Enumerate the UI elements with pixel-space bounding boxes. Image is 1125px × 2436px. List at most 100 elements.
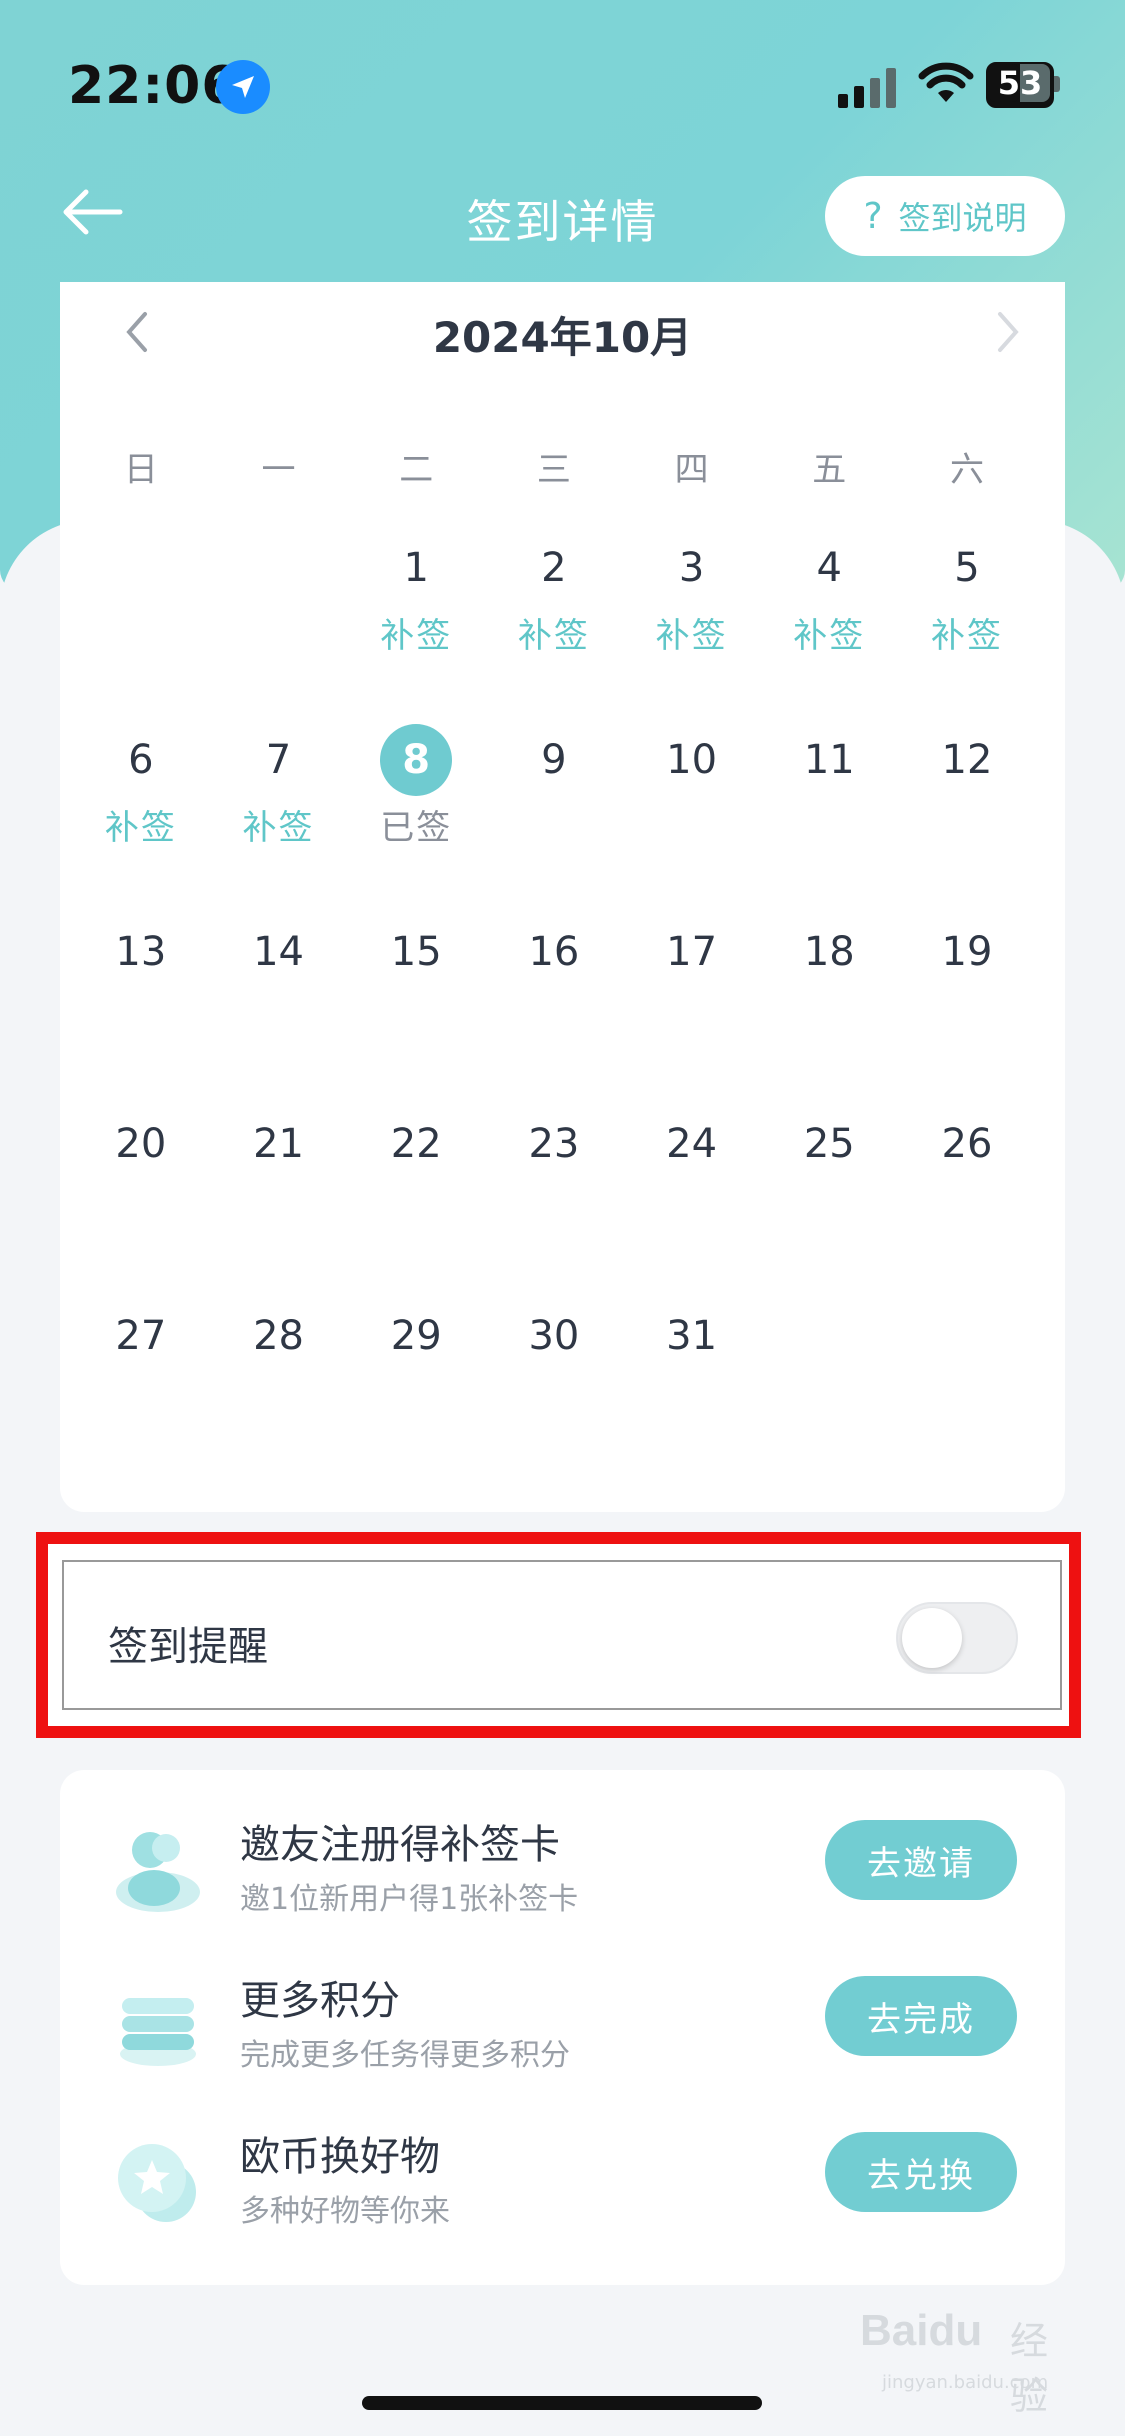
weekday-label: 四	[674, 450, 709, 490]
day-tag	[210, 992, 348, 1036]
calendar-day[interactable]: 23	[485, 1108, 623, 1300]
calendar-day[interactable]: 4 补签	[760, 532, 898, 724]
calendar-day[interactable]: 5 补签	[898, 532, 1036, 724]
day-tag	[760, 1184, 898, 1228]
day-tag	[485, 800, 623, 844]
day-tag	[210, 612, 348, 656]
calendar-day[interactable]: 10	[623, 724, 761, 916]
day-tag	[623, 800, 761, 844]
calendar-day[interactable]: 7 补签	[210, 724, 348, 916]
calendar-day[interactable]: 25	[760, 1108, 898, 1300]
calendar-day[interactable]: 9	[485, 724, 623, 916]
weekday-header: 日 一 二 三 四 五 六	[72, 442, 1047, 491]
task-title: 欧币换好物	[240, 2134, 440, 2180]
task-subtitle: 完成更多任务得更多积分	[240, 2038, 570, 2073]
makeup-sign-tag[interactable]: 补签	[623, 608, 761, 656]
day-tag	[898, 992, 1036, 1036]
day-number: 22	[390, 1121, 442, 1167]
calendar-day[interactable]: 26	[898, 1108, 1036, 1300]
day-tag	[485, 1376, 623, 1420]
battery-icon: 53	[986, 62, 1064, 108]
makeup-sign-tag[interactable]: 补签	[72, 800, 210, 848]
day-number	[243, 532, 315, 604]
day-number: 25	[803, 1121, 855, 1167]
day-number: 13	[115, 929, 167, 975]
month-label: 2024年10月	[432, 313, 693, 362]
calendar-day[interactable]: 3 补签	[623, 532, 761, 724]
calendar-day[interactable]: 13	[72, 916, 210, 1108]
day-number: 18	[803, 929, 855, 975]
day-number: 16	[528, 929, 580, 975]
calendar-day[interactable]: 17	[623, 916, 761, 1108]
day-number: 31	[666, 1313, 718, 1359]
complete-button[interactable]: 去完成	[825, 1976, 1017, 2056]
calendar-empty-cell	[210, 532, 348, 724]
battery-level: 53	[997, 64, 1043, 102]
calendar-card: 2024年10月 日 一 二 三 四 五 六 1 补签 2 补签 3 补签 4 补签 5 补签 6 补…	[60, 282, 1065, 1512]
calendar-day[interactable]: 11	[760, 724, 898, 916]
day-tag	[623, 1184, 761, 1228]
chevron-right-icon	[998, 312, 1019, 352]
calendar-day[interactable]: 8 已签	[347, 724, 485, 916]
day-tag	[760, 992, 898, 1036]
calendar-day[interactable]: 2 补签	[485, 532, 623, 724]
calendar-day[interactable]: 21	[210, 1108, 348, 1300]
calendar-day[interactable]: 14	[210, 916, 348, 1108]
calendar-day[interactable]: 6 补签	[72, 724, 210, 916]
makeup-sign-tag[interactable]: 补签	[760, 608, 898, 656]
star-coin-icon	[108, 2132, 208, 2232]
signed-tag: 已签	[380, 808, 453, 848]
day-tag	[485, 992, 623, 1036]
calendar-day[interactable]: 16	[485, 916, 623, 1108]
makeup-sign-tag[interactable]: 补签	[210, 800, 348, 848]
weekday-label: 五	[812, 450, 847, 490]
calendar-day[interactable]: 29	[347, 1300, 485, 1492]
sign-in-help-button[interactable]: ? 签到说明	[825, 176, 1065, 256]
watermark-brand: Baidu	[860, 2306, 983, 2355]
makeup-sign-tag[interactable]: 补签	[485, 608, 623, 656]
day-number: 3	[678, 545, 705, 591]
day-number: 5	[954, 545, 980, 591]
makeup-sign-tag[interactable]: 补签	[898, 608, 1036, 656]
coins-stack-icon	[108, 1976, 208, 2076]
day-number: 4	[816, 545, 842, 591]
day-number: 10	[666, 737, 718, 783]
calendar-day[interactable]: 19	[898, 916, 1036, 1108]
day-tag	[623, 1376, 761, 1420]
exchange-button[interactable]: 去兑换	[825, 2132, 1017, 2212]
day-number: 28	[253, 1313, 304, 1359]
calendar-day[interactable]: 1 补签	[347, 532, 485, 724]
calendar-day[interactable]: 22	[347, 1108, 485, 1300]
invite-button[interactable]: 去邀请	[825, 1820, 1017, 1900]
calendar-day[interactable]: 20	[72, 1108, 210, 1300]
day-tag	[210, 1376, 348, 1420]
day-number: 30	[528, 1313, 580, 1359]
task-title: 邀友注册得补签卡	[240, 1822, 560, 1868]
calendar-day[interactable]: 15	[347, 916, 485, 1108]
watermark: Baidu 经验 jingyan.baidu.com	[860, 2300, 1080, 2418]
calendar-grid: 1 补签 2 补签 3 补签 4 补签 5 补签 6 补签 7 补签 8 已签 9 10 11 12 13 14 15 16 1…	[72, 532, 1047, 1492]
day-number: 21	[253, 1121, 304, 1167]
day-number: 14	[253, 929, 304, 975]
day-number: 23	[528, 1121, 580, 1167]
home-indicator[interactable]	[362, 2396, 762, 2410]
status-time: 22:06	[68, 56, 239, 116]
watermark-brand-cn: 经验	[1010, 2319, 1049, 2418]
calendar-day[interactable]: 27	[72, 1300, 210, 1492]
day-number: 11	[803, 737, 855, 783]
makeup-sign-tag[interactable]: 补签	[347, 608, 485, 656]
calendar-day[interactable]: 30	[485, 1300, 623, 1492]
calendar-day[interactable]: 31	[623, 1300, 761, 1492]
day-number	[105, 532, 177, 604]
weekday-label: 二	[399, 450, 434, 490]
day-number: 29	[390, 1313, 442, 1359]
day-number: 20	[115, 1121, 167, 1167]
calendar-day[interactable]: 24	[623, 1108, 761, 1300]
reminder-toggle[interactable]	[896, 1602, 1018, 1674]
next-month-button[interactable]	[977, 302, 1037, 362]
calendar-day[interactable]: 28	[210, 1300, 348, 1492]
day-tag	[347, 992, 485, 1036]
calendar-day[interactable]: 12	[898, 724, 1036, 916]
calendar-day[interactable]: 18	[760, 916, 898, 1108]
location-arrow-icon	[216, 60, 270, 114]
